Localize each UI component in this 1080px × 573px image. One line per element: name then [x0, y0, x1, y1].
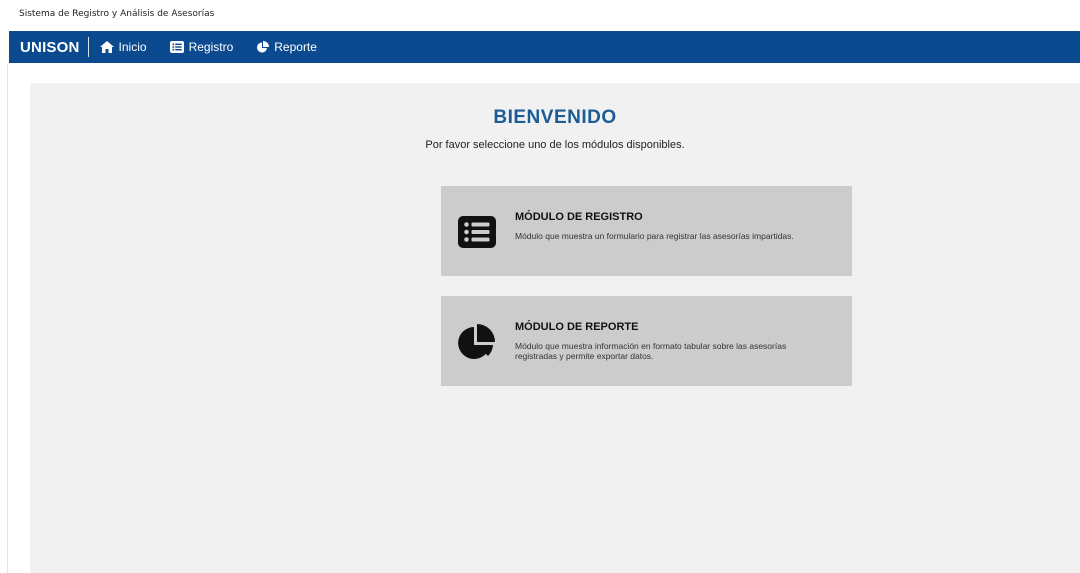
nav-item-inicio[interactable]: Inicio	[99, 40, 147, 54]
top-navbar: UNISON Inicio Registro Reporte	[9, 31, 1080, 63]
main-content: BIENVENIDO Por favor seleccione uno de l…	[30, 83, 1080, 573]
home-icon	[99, 41, 114, 53]
navbar-divider	[87, 37, 89, 57]
app-window: Sistema de Registro y Análisis de Asesor…	[0, 0, 1080, 573]
nav-item-registro[interactable]: Registro	[169, 40, 234, 54]
page-subtitle: Por favor seleccione uno de los módulos …	[425, 139, 685, 151]
title-bar: Sistema de Registro y Análisis de Asesor…	[0, 0, 1080, 31]
list-icon	[169, 41, 184, 53]
nav-item-label: Registro	[188, 40, 234, 54]
window-left-border	[7, 64, 8, 573]
page-title: BIENVENIDO	[493, 107, 617, 128]
module-card-registro[interactable]: MÓDULO DE REGISTRO Módulo que muestra un…	[441, 186, 852, 276]
nav-item-reporte[interactable]: Reporte	[256, 40, 317, 54]
card-description: Módulo que muestra información en format…	[515, 341, 787, 361]
card-description: Módulo que muestra un formulario para re…	[515, 231, 794, 241]
nav-item-label: Reporte	[274, 40, 317, 54]
card-title: MÓDULO DE REGISTRO	[515, 211, 643, 223]
pie-chart-icon	[458, 324, 495, 359]
brand-logo[interactable]: UNISON	[20, 39, 80, 56]
list-icon	[458, 216, 496, 248]
pie-chart-icon	[257, 40, 270, 52]
card-title: MÓDULO DE REPORTE	[515, 321, 639, 333]
nav-item-label: Inicio	[118, 40, 147, 54]
module-card-reporte[interactable]: MÓDULO DE REPORTE Módulo que muestra inf…	[441, 296, 852, 386]
window-title: Sistema de Registro y Análisis de Asesor…	[19, 9, 215, 19]
